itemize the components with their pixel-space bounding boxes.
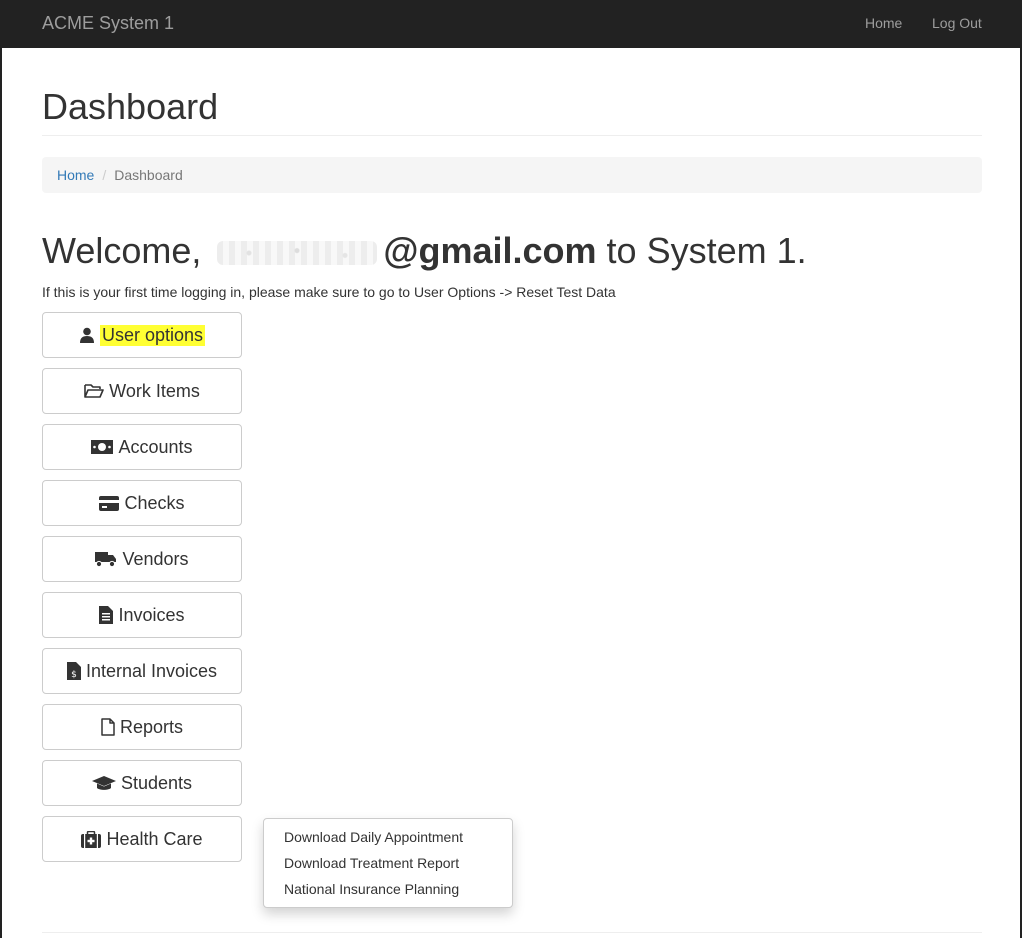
- work-items-label: Work Items: [109, 380, 200, 401]
- vendors-button[interactable]: Vendors: [42, 536, 242, 582]
- reports-label: Reports: [119, 716, 184, 737]
- dropdown-item-national-insurance-planning[interactable]: National Insurance Planning: [264, 876, 512, 902]
- svg-text:$: $: [71, 670, 77, 680]
- dropdown-item-download-daily-appointment[interactable]: Download Daily Appointment: [264, 824, 512, 850]
- vendors-label: Vendors: [122, 548, 189, 569]
- app-frame: ACME System 1 Home Log Out Dashboard Hom…: [0, 0, 1022, 938]
- accounts-label: Accounts: [118, 436, 193, 457]
- reports-button[interactable]: Reports: [42, 704, 242, 750]
- welcome-prefix: Welcome,: [42, 230, 202, 271]
- accounts-button[interactable]: Accounts: [42, 424, 242, 470]
- truck-icon: [95, 551, 117, 567]
- nav-home-link[interactable]: Home: [865, 15, 902, 31]
- user-icon: [79, 327, 95, 343]
- checks-button[interactable]: Checks: [42, 480, 242, 526]
- students-button[interactable]: Students: [42, 760, 242, 806]
- nav-logout-link[interactable]: Log Out: [932, 15, 982, 31]
- internal-invoices-label: Internal Invoices: [85, 660, 218, 681]
- welcome-email: @gmail.com: [383, 230, 597, 271]
- user-options-button[interactable]: User options: [42, 312, 242, 358]
- footer-divider: [42, 932, 982, 933]
- redacted-username: [217, 241, 378, 266]
- medkit-icon: [81, 830, 102, 848]
- health-care-button[interactable]: Health Care: [42, 816, 242, 862]
- breadcrumb: Home / Dashboard: [42, 157, 982, 193]
- invoice-dollar-icon: $: [66, 662, 81, 680]
- dropdown-item-download-treatment-report[interactable]: Download Treatment Report: [264, 850, 512, 876]
- user-options-label: User options: [99, 324, 206, 346]
- breadcrumb-home-link[interactable]: Home: [57, 167, 94, 183]
- invoices-button[interactable]: Invoices: [42, 592, 242, 638]
- money-bill-icon: [91, 440, 114, 454]
- title-divider: [42, 135, 982, 136]
- health-care-label: Health Care: [106, 828, 203, 849]
- credit-card-icon: [99, 495, 120, 511]
- folder-open-icon: [84, 383, 104, 399]
- work-items-button[interactable]: Work Items: [42, 368, 242, 414]
- checks-label: Checks: [124, 492, 185, 513]
- graduation-cap-icon: [91, 775, 116, 791]
- welcome-heading: Welcome, @gmail.com to System 1.: [42, 230, 807, 272]
- file-icon: [101, 718, 115, 736]
- breadcrumb-current: Dashboard: [114, 167, 183, 183]
- invoice-icon: [99, 606, 114, 624]
- first-login-notice: If this is your first time logging in, p…: [42, 284, 616, 300]
- breadcrumb-separator: /: [102, 167, 107, 183]
- welcome-suffix: to System 1.: [596, 230, 807, 271]
- page-title: Dashboard: [42, 86, 219, 127]
- students-label: Students: [120, 772, 193, 793]
- health-care-dropdown: Download Daily Appointment Download Trea…: [263, 818, 513, 908]
- internal-invoices-button[interactable]: $ Internal Invoices: [42, 648, 242, 694]
- brand-title[interactable]: ACME System 1: [42, 13, 174, 34]
- navbar: ACME System 1 Home Log Out: [2, 0, 1020, 48]
- invoices-label: Invoices: [118, 604, 185, 625]
